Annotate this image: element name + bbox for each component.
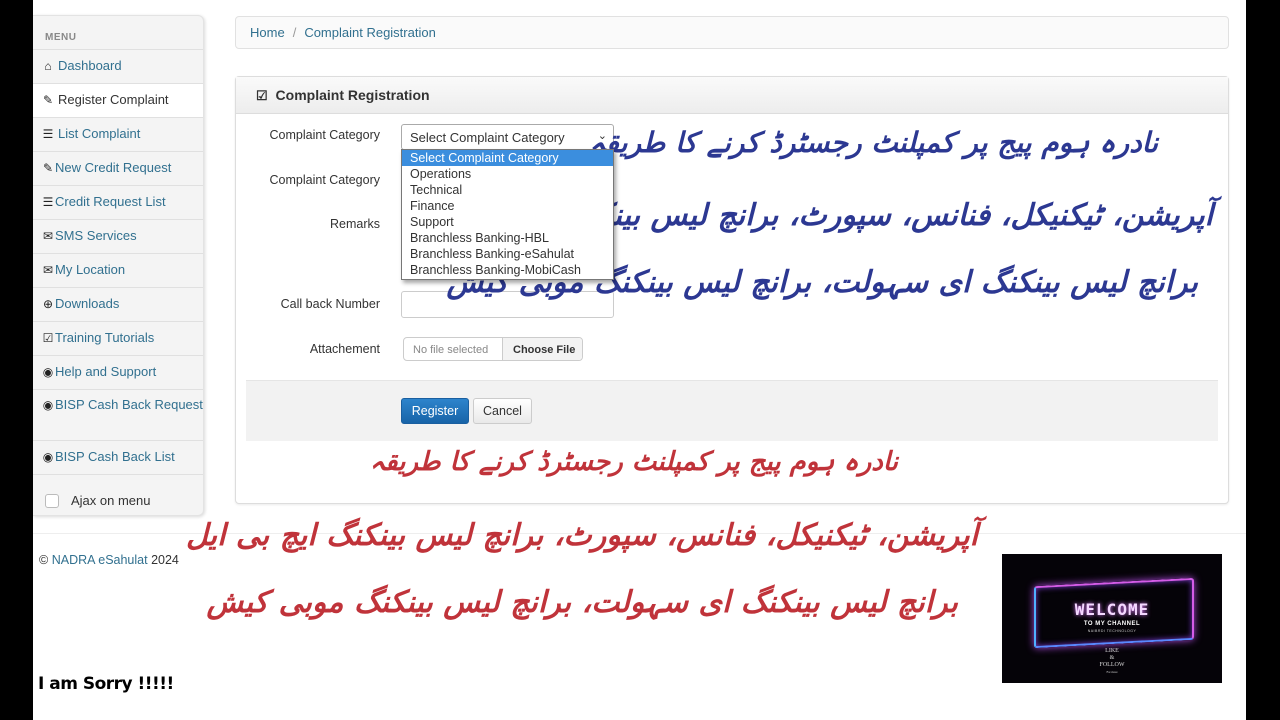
welcome-channel-thumbnail: WELCOME TO MY CHANNEL NAIBRDI TECHNOLOGY…	[1002, 554, 1222, 683]
sidebar-item-label: Downloads	[55, 296, 120, 311]
breadcrumb: Home / Complaint Registration	[235, 16, 1229, 49]
urdu-line3-blue: برانچ لیس بینکنگ ای سہولت، برانچ لیس بین…	[446, 265, 1198, 300]
sidebar-item-label: New Credit Request	[55, 160, 172, 175]
complaint-category-dropdown: Select Complaint Category Operations Tec…	[401, 149, 614, 280]
like-text: LIKE	[1105, 648, 1119, 654]
copyright-symbol: ©	[39, 553, 49, 567]
sidebar-item-bisp-cash-back-request[interactable]: ◉ BISP Cash Back Request	[33, 390, 203, 441]
attachment-label: Attachement	[309, 342, 380, 356]
complaint-category-select[interactable]: Select Complaint Category ⌄	[401, 124, 614, 150]
dropdown-option[interactable]: Branchless Banking-eSahulat	[402, 246, 613, 262]
welcome-subtitle: TO MY CHANNEL	[1083, 621, 1141, 627]
page: MENU ⌂ Dashboard ✎ Register Complaint ☰ …	[33, 0, 1246, 720]
urdu-title-red: نادرہ ہوم پیج پر کمپلنٹ رجسٹرڈ کرنے کا ط…	[369, 447, 898, 477]
select-value: Select Complaint Category	[410, 130, 565, 145]
sidebar-item-label: Register Complaint	[58, 92, 169, 107]
sidebar-item-dashboard[interactable]: ⌂ Dashboard	[33, 50, 203, 84]
eye-icon: ◉	[42, 450, 54, 464]
choose-file-button[interactable]: Choose File	[503, 338, 582, 360]
urdu-line2-red: آپریشن، ٹیکنیکل، فنانس، سپورٹ، برانچ لیس…	[186, 518, 978, 553]
urdu-line2-blue: آپریشن، ٹیکنیکل، فنانس، سپورٹ، برانچ لیس…	[421, 198, 1213, 233]
check-square-icon: ☑	[42, 331, 54, 345]
sidebar-item-label: Dashboard	[58, 58, 122, 73]
sidebar-item-training-tutorials[interactable]: ☑ Training Tutorials	[33, 322, 203, 356]
sidebar-item-label: BISP Cash Back List	[55, 449, 175, 464]
sidebar-item-label: SMS Services	[55, 228, 137, 243]
eye-icon: ◉	[42, 365, 54, 379]
file-placeholder: No file selected	[404, 338, 503, 360]
attachment-file-input[interactable]: No file selected Choose File	[403, 337, 583, 361]
sidebar-item-downloads[interactable]: ⊕ Downloads	[33, 288, 203, 322]
pencil-icon: ✎	[42, 93, 54, 107]
home-icon: ⌂	[44, 59, 52, 73]
footer-brand-link[interactable]: NADRA eSahulat	[52, 553, 148, 567]
sidebar: MENU ⌂ Dashboard ✎ Register Complaint ☰ …	[33, 15, 204, 516]
ajax-checkbox[interactable]	[45, 493, 59, 508]
callback-number-label: Call back Number	[280, 297, 380, 311]
dropdown-option[interactable]: Technical	[402, 182, 613, 198]
edit-icon: ☑	[256, 88, 268, 103]
sidebar-item-list-complaint[interactable]: ☰ List Complaint	[33, 118, 203, 152]
panel-title: Complaint Registration	[275, 87, 430, 103]
dropdown-option[interactable]: Operations	[402, 166, 613, 182]
remarks-label: Remarks	[329, 217, 380, 231]
sidebar-item-my-location[interactable]: ✉ My Location	[33, 254, 203, 288]
breadcrumb-separator: /	[292, 25, 297, 40]
list-icon: ☰	[42, 127, 54, 141]
sidebar-item-label: BISP Cash Back Request	[55, 397, 203, 412]
pencil-icon: ✎	[42, 161, 54, 175]
sidebar-item-register-complaint[interactable]: ✎ Register Complaint	[33, 84, 203, 118]
amp-text: &	[1109, 655, 1115, 661]
sidebar-item-label: Help and Support	[55, 364, 157, 379]
envelope-icon: ✉	[42, 263, 54, 277]
sidebar-item-new-credit-request[interactable]: ✎ New Credit Request	[33, 152, 203, 186]
dropdown-option[interactable]: Select Complaint Category	[402, 150, 613, 166]
follow-text: FOLLOW	[1099, 662, 1125, 668]
list-icon: ☰	[42, 195, 54, 209]
envelope-icon: ✉	[42, 229, 54, 243]
sidebar-item-sms-services[interactable]: ✉ SMS Services	[33, 220, 203, 254]
dropdown-option[interactable]: Branchless Banking-MobiCash	[402, 262, 613, 278]
breadcrumb-current[interactable]: Complaint Registration	[304, 25, 436, 40]
sidebar-item-label: Training Tutorials	[55, 330, 155, 345]
breadcrumb-home-link[interactable]: Home	[250, 25, 285, 40]
sidebar-item-label: Credit Request List	[55, 194, 166, 209]
sidebar-item-label: My Location	[55, 262, 126, 277]
dropdown-option[interactable]: Support	[402, 214, 613, 230]
panel-heading: ☑ Complaint Registration	[236, 77, 1228, 114]
form-actions: Register Cancel	[246, 380, 1218, 441]
urdu-line3-red: برانچ لیس بینکنگ ای سہولت، برانچ لیس بین…	[206, 585, 958, 620]
like-follow-text: LIKE & FOLLOW For more	[1002, 648, 1222, 676]
eye-icon: ◉	[42, 398, 54, 412]
ajax-label: Ajax on menu	[71, 493, 151, 508]
menu-header: MENU	[33, 16, 203, 50]
sidebar-item-content: ◉ BISP Cash Back Request	[41, 396, 203, 414]
dropdown-option[interactable]: Finance	[402, 198, 613, 214]
register-button[interactable]: Register	[401, 398, 469, 424]
welcome-channel-name: NAIBRDI TECHNOLOGY	[1087, 629, 1137, 633]
dropdown-option[interactable]: Branchless Banking-HBL	[402, 230, 613, 246]
ajax-on-menu-toggle[interactable]: Ajax on menu	[33, 475, 203, 508]
footer-year: 2024	[151, 553, 179, 567]
footer: © NADRA eSahulat 2024	[39, 553, 179, 567]
sidebar-item-help-and-support[interactable]: ◉ Help and Support	[33, 356, 203, 390]
sorry-caption: I am Sorry !!!!!	[38, 674, 174, 694]
complaint-category-label: Complaint Category	[269, 128, 380, 142]
sidebar-item-label: List Complaint	[58, 126, 141, 141]
download-icon: ⊕	[42, 297, 54, 311]
sidebar-item-credit-request-list[interactable]: ☰ Credit Request List	[33, 186, 203, 220]
cancel-button[interactable]: Cancel	[473, 398, 532, 424]
small-text: For more	[1106, 670, 1118, 674]
complaint-subcategory-label: Complaint Category	[269, 173, 380, 187]
welcome-title: WELCOME	[1074, 600, 1150, 619]
urdu-title-blue: نادرہ ہوم پیج پر کمپلنٹ رجسٹرڈ کرنے کا ط…	[589, 126, 1158, 159]
sidebar-item-bisp-cash-back-list[interactable]: ◉ BISP Cash Back List	[33, 441, 203, 475]
